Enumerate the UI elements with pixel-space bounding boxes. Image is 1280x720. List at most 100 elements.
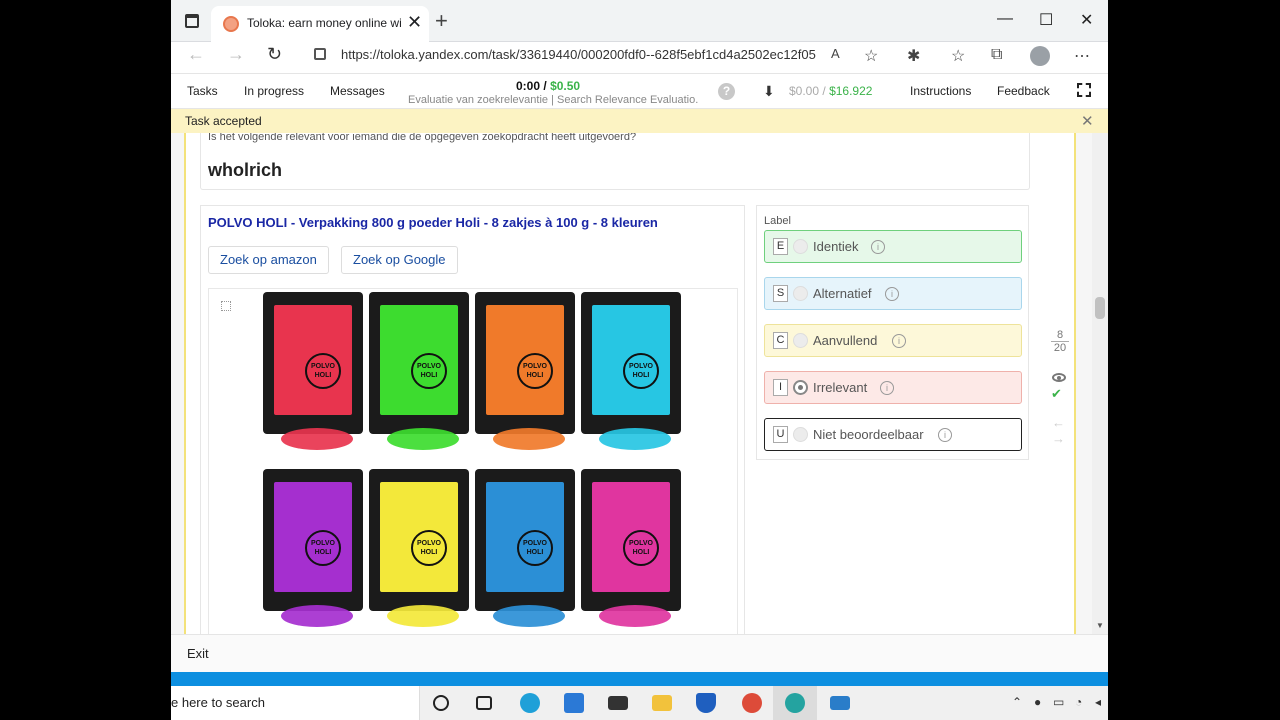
- label-option-aanvullend[interactable]: C Aanvullend i: [764, 324, 1022, 357]
- edge-active-icon[interactable]: [785, 693, 805, 713]
- info-icon[interactable]: i: [892, 334, 906, 348]
- bag-label: POLVO HOLI: [486, 305, 564, 415]
- file-explorer-icon[interactable]: [652, 695, 672, 711]
- balance-today: $0.00: [789, 84, 820, 98]
- expand-icon[interactable]: [221, 301, 231, 311]
- scroll-down-icon[interactable]: ▼: [1096, 621, 1104, 630]
- info-icon[interactable]: i: [938, 428, 952, 442]
- radio-button[interactable]: [793, 333, 808, 348]
- check-icon[interactable]: ✔: [1051, 386, 1062, 402]
- maximize-icon[interactable]: ☐: [1039, 10, 1053, 30]
- hotkey-badge: U: [773, 426, 788, 443]
- task-view-icon[interactable]: [476, 696, 492, 710]
- mail-icon[interactable]: [608, 696, 628, 710]
- product-title[interactable]: POLVO HOLI - Verpakking 800 g poeder Hol…: [208, 215, 658, 230]
- close-tab-icon[interactable]: ✕: [407, 12, 422, 33]
- label-option-irrelevant[interactable]: I Irrelevant i: [764, 371, 1022, 404]
- label-panel: Label E Identiek i S Alternatief i C Aanvullend…: [756, 205, 1029, 460]
- option-label: Niet beoordeelbaar: [813, 427, 924, 442]
- next-arrow-icon[interactable]: →: [1052, 431, 1065, 446]
- holi-bag: POLVO HOLI: [581, 292, 681, 434]
- fullscreen-icon[interactable]: [1077, 83, 1091, 97]
- edge-icon[interactable]: [520, 693, 540, 713]
- exit-button[interactable]: Exit: [187, 646, 209, 661]
- question-box: Is het volgende relevant voor iemand die…: [200, 133, 1030, 190]
- project-name: Evaluatie van zoekrelevantie | Search Re…: [408, 94, 698, 106]
- nav-in-progress[interactable]: In progress: [244, 84, 304, 98]
- label-option-niet-beoordeelbaar[interactable]: U Niet beoordeelbaar i: [764, 418, 1022, 451]
- tab-bar: Toloka: earn money online with ✕ + — ☐ ✕: [171, 0, 1108, 42]
- holi-bag: POLVO HOLI: [263, 469, 363, 611]
- nav-messages[interactable]: Messages: [330, 84, 385, 98]
- logo-line: POLVO: [629, 540, 653, 547]
- logo-line: HOLI: [632, 549, 650, 556]
- volume-icon[interactable]: ◂: [1095, 695, 1101, 709]
- browser-tab[interactable]: Toloka: earn money online with ✕: [211, 6, 429, 42]
- feedback-button[interactable]: Feedback: [997, 84, 1050, 98]
- product-image[interactable]: POLVO HOLI POLVO HOLI POLVO HOLI POLVO HOLI POLV…: [208, 288, 738, 634]
- eye-icon[interactable]: [1052, 373, 1066, 382]
- help-icon[interactable]: ?: [718, 83, 735, 100]
- new-tab-icon[interactable]: +: [435, 8, 448, 34]
- microphone-icon[interactable]: ●: [1034, 695, 1041, 709]
- instructions-button[interactable]: Instructions: [910, 84, 971, 98]
- extensions-icon[interactable]: ✱: [907, 46, 920, 66]
- info-icon[interactable]: i: [871, 240, 885, 254]
- polvo-holi-logo: POLVO HOLI: [305, 353, 341, 389]
- reload-icon[interactable]: ↻: [267, 44, 282, 65]
- favorite-add-icon[interactable]: ☆: [864, 46, 878, 66]
- defender-icon[interactable]: [696, 693, 716, 713]
- logo-line: POLVO: [629, 363, 653, 370]
- search-amazon-button[interactable]: Zoek op amazon: [208, 246, 329, 274]
- task-counter: 8 20: [1051, 329, 1069, 354]
- download-app-icon[interactable]: [830, 696, 850, 710]
- store-icon[interactable]: [564, 693, 584, 713]
- chrome-icon[interactable]: [742, 693, 762, 713]
- page-scrollbar[interactable]: [1092, 133, 1108, 634]
- label-option-alternatief[interactable]: S Alternatief i: [764, 277, 1022, 310]
- collections-icon[interactable]: ⧉: [991, 46, 1002, 64]
- radio-button[interactable]: [793, 286, 808, 301]
- radio-button[interactable]: [793, 380, 808, 395]
- tab-actions-icon[interactable]: [185, 14, 199, 28]
- profile-avatar[interactable]: [1030, 46, 1050, 66]
- forward-icon[interactable]: →: [227, 44, 245, 65]
- logo-line: HOLI: [314, 372, 332, 379]
- screen: Toloka: earn money online with ✕ + — ☐ ✕…: [0, 0, 1280, 720]
- info-icon[interactable]: i: [885, 287, 899, 301]
- banner-text: Task accepted: [185, 114, 262, 128]
- logo-line: HOLI: [526, 372, 544, 379]
- label-option-identiek[interactable]: E Identiek i: [764, 230, 1022, 263]
- back-icon[interactable]: ←: [187, 44, 205, 65]
- favorites-icon[interactable]: ☆: [951, 46, 965, 66]
- address-input[interactable]: https://toloka.yandex.com/task/33619440/…: [341, 47, 816, 62]
- keyboard-icon[interactable]: ▭: [1053, 695, 1064, 709]
- option-label: Aanvullend: [813, 333, 878, 348]
- polvo-holi-logo: POLVO HOLI: [305, 530, 341, 566]
- polvo-holi-logo: POLVO HOLI: [411, 353, 447, 389]
- logo-line: HOLI: [420, 549, 438, 556]
- tray-chevron-icon[interactable]: ⌃: [1012, 695, 1022, 709]
- radio-button[interactable]: [793, 239, 808, 254]
- cortana-icon[interactable]: [433, 695, 449, 711]
- holi-bag: POLVO HOLI: [369, 469, 469, 611]
- nav-tasks[interactable]: Tasks: [187, 84, 218, 98]
- read-aloud-icon[interactable]: A: [831, 46, 840, 61]
- banner-close-icon[interactable]: ✕: [1081, 112, 1094, 130]
- more-menu-icon[interactable]: ⋯: [1074, 46, 1090, 66]
- polvo-holi-logo: POLVO HOLI: [411, 530, 447, 566]
- prev-arrow-icon[interactable]: ←: [1052, 415, 1065, 430]
- download-icon[interactable]: ⬇: [763, 83, 775, 100]
- window-close-icon[interactable]: ✕: [1080, 10, 1093, 30]
- taskbar-search[interactable]: e here to search: [171, 686, 420, 720]
- radio-button[interactable]: [793, 427, 808, 442]
- task-frame: Is het volgende relevant voor iemand die…: [184, 133, 1076, 634]
- info-icon[interactable]: i: [880, 381, 894, 395]
- network-icon[interactable]: ◔: [1075, 695, 1082, 709]
- lock-icon[interactable]: [314, 48, 326, 60]
- scrollbar-thumb[interactable]: [1095, 297, 1105, 319]
- bag-label: POLVO HOLI: [486, 482, 564, 592]
- logo-line: POLVO: [523, 540, 547, 547]
- search-google-button[interactable]: Zoek op Google: [341, 246, 458, 274]
- minimize-icon[interactable]: —: [997, 10, 1013, 28]
